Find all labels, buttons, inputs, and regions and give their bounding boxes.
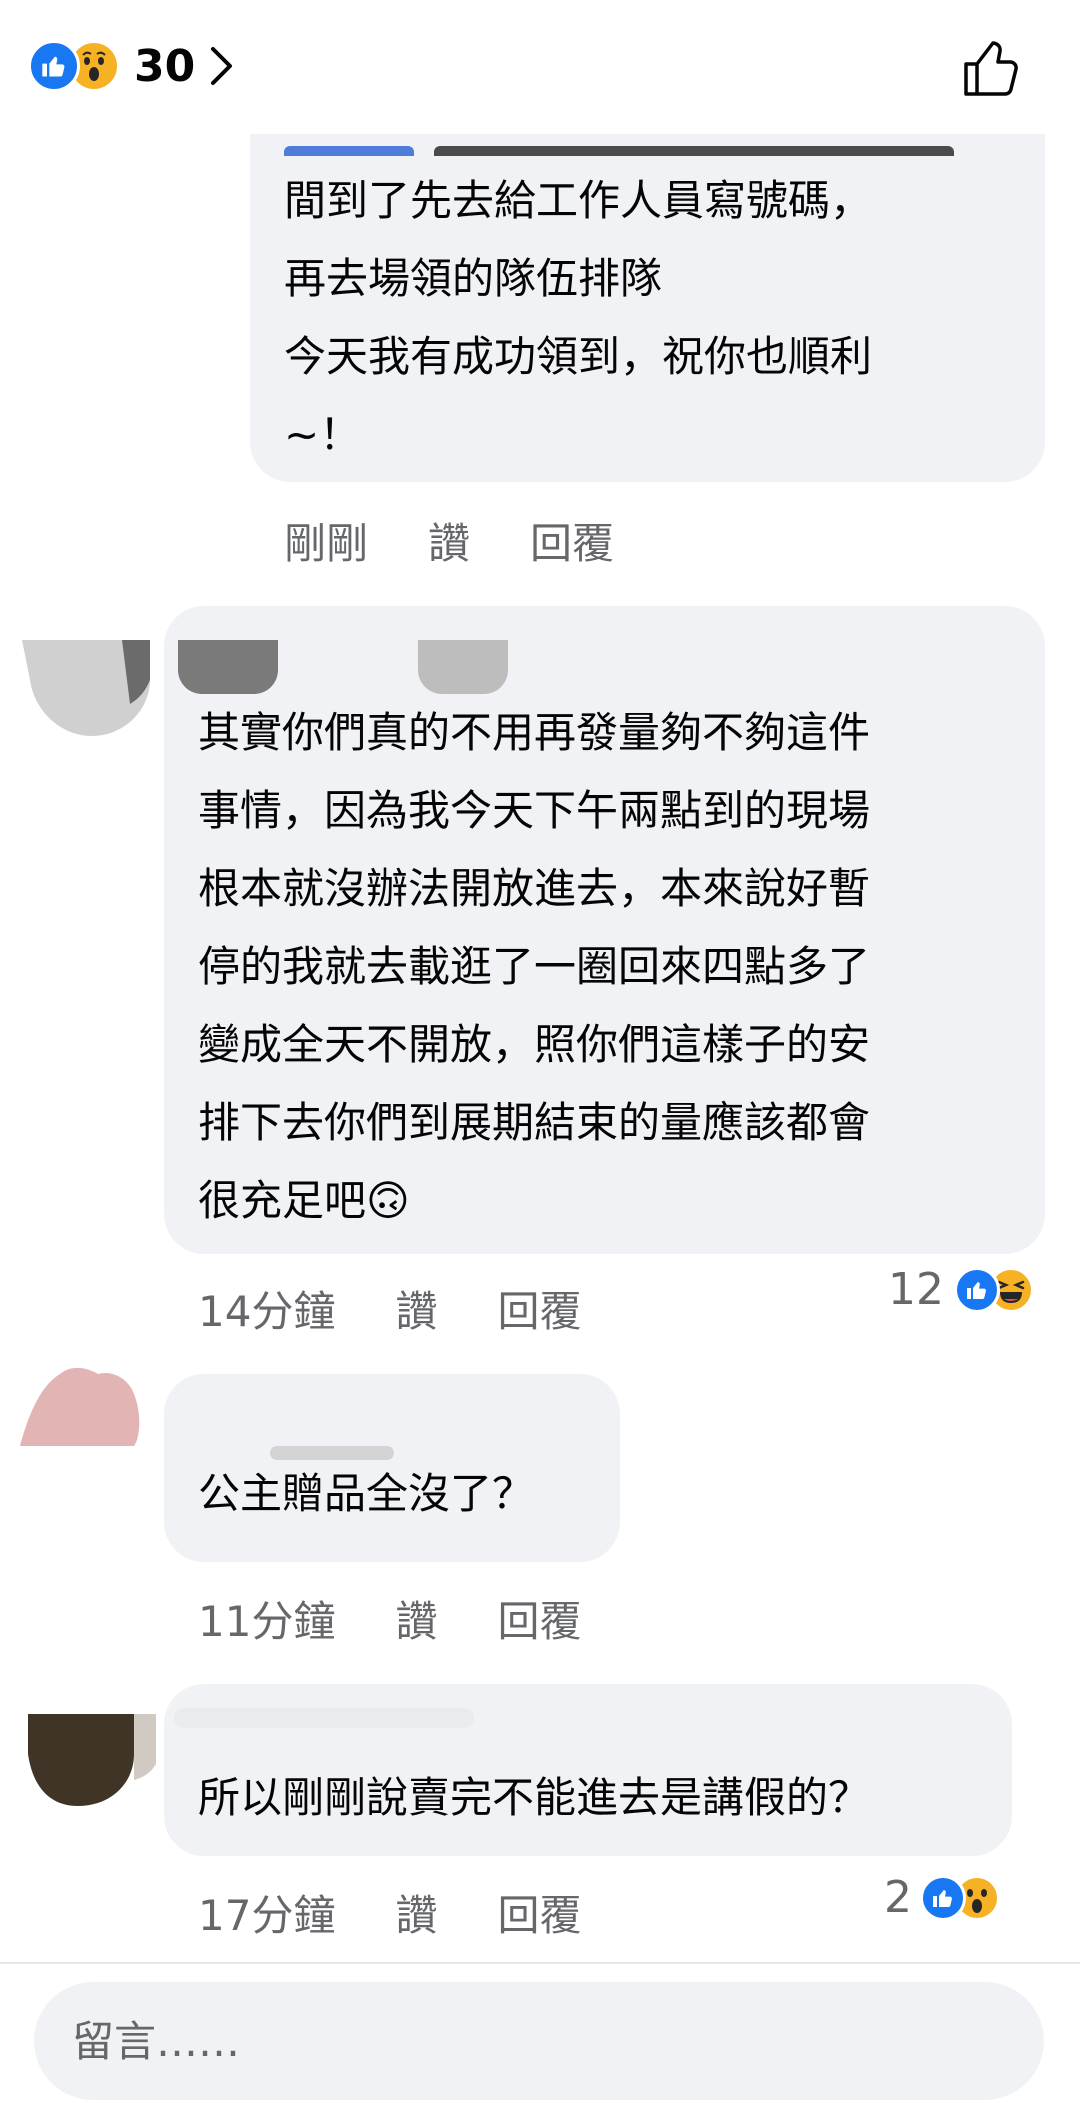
like-comment-button[interactable]: 讚 [395,1882,437,1943]
reaction-count: 30 [134,40,196,92]
redacted-name [178,612,658,694]
like-comment-button[interactable]: 讚 [395,1588,437,1649]
avatar[interactable] [20,1356,148,1456]
reply-button[interactable]: 回覆 [530,510,614,571]
like-reaction-icon [954,1266,1000,1313]
comment-actions: 11分鐘 讚 回覆 [198,1588,581,1649]
comment-text: 公主贈品全沒了？ [198,1469,535,1518]
comment-time: 11分鐘 [198,1597,336,1646]
comment-time: 17分鐘 [198,1891,336,1940]
comment-reaction-count[interactable]: 2 [884,1872,1000,1923]
comment-bubble: 公主贈品全沒了？ [164,1374,620,1562]
comment-actions: 剛剛 讚 回覆 [284,510,614,571]
reply-button[interactable]: 回覆 [497,1882,581,1943]
like-post-icon[interactable] [960,36,1024,100]
reply-button[interactable]: 回覆 [497,1278,581,1339]
reply-button[interactable]: 回覆 [497,1588,581,1649]
comment-text: 其實你們真的不用再發量夠不夠這件 事情，因為我今天下午兩點到的現場 根本就沒辦法… [198,708,871,1225]
comment-bubble: 其實你們真的不用再發量夠不夠這件 事情，因為我今天下午兩點到的現場 根本就沒辦法… [164,606,1045,1254]
reaction-header: 30 [0,0,1080,134]
redacted-name [174,1708,474,1728]
redacted-name [270,1446,394,1460]
like-comment-button[interactable]: 讚 [395,1278,437,1339]
comment-composer-bar [0,1962,1080,2118]
avatar[interactable] [22,640,150,740]
comment-reaction-count[interactable]: 12 [888,1264,1034,1315]
comment-actions: 14分鐘 讚 回覆 [198,1278,581,1339]
reaction-count: 12 [888,1264,944,1315]
like-reaction-icon [28,40,80,92]
like-comment-button[interactable]: 讚 [428,510,470,571]
chevron-right-icon [211,47,233,85]
comment-bubble: 間到了先去給工作人員寫號碼， 再去場領的隊伍排隊 今天我有成功領到，祝你也順利 … [250,80,1045,482]
comment-text: 間到了先去給工作人員寫號碼， 再去場領的隊伍排隊 今天我有成功領到，祝你也順利 … [284,176,873,459]
comment-time: 剛剛 [284,519,369,568]
comment-time: 14分鐘 [198,1287,336,1336]
reaction-summary-button[interactable]: 30 [28,38,235,94]
redacted-name [284,132,964,156]
comment-actions: 17分鐘 讚 回覆 [198,1882,581,1943]
comment-text: 所以剛剛說賣完不能進去是講假的？ [198,1773,871,1822]
reaction-count: 2 [884,1872,912,1923]
comment-input[interactable] [34,1982,1044,2100]
like-reaction-icon [920,1874,966,1921]
comment-bubble: 所以剛剛說賣完不能進去是講假的？ [164,1684,1012,1856]
avatar[interactable] [28,1708,156,1808]
